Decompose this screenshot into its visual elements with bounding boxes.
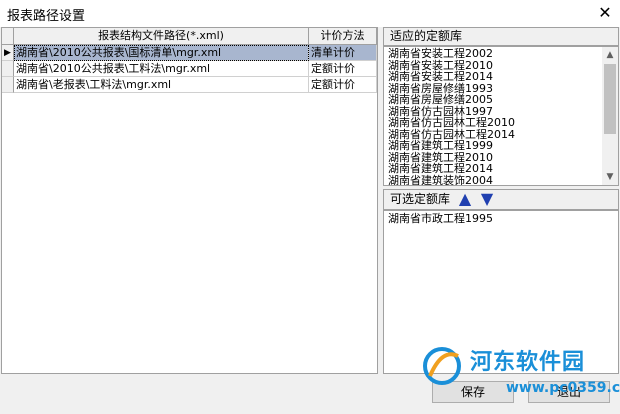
scrollbar-thumb[interactable] — [604, 64, 616, 134]
list-item[interactable]: 湖南省仿古园林工程2010 — [384, 117, 618, 129]
watermark-logo: 河东软件园 www.pc0359.cn — [420, 342, 620, 402]
list-item[interactable]: 湖南省房屋修缮2005 — [384, 94, 618, 106]
list-item[interactable]: 湖南省建筑工程1999 — [384, 140, 618, 152]
scroll-up-icon[interactable]: ▲ — [602, 47, 618, 63]
list-item[interactable]: 湖南省安装工程2002 — [384, 48, 618, 60]
list-item[interactable]: 湖南省建筑工程2014 — [384, 163, 618, 175]
list-item[interactable]: 湖南省建筑装饰2004 — [384, 174, 618, 185]
table-row[interactable]: 湖南省\2010公共报表\工料法\mgr.xml 定额计价 — [2, 61, 377, 77]
cell-path[interactable]: 湖南省\2010公共报表\国标清单\mgr.xml — [14, 45, 309, 61]
watermark-url: www.pc0359.cn — [506, 380, 620, 396]
move-up-arrow-icon[interactable]: ▲ — [456, 190, 474, 208]
grid-corner-header — [2, 28, 14, 45]
applicable-library-header: 适应的定额库 — [383, 27, 619, 46]
scroll-down-icon[interactable]: ▼ — [602, 169, 618, 185]
list-item[interactable]: 湖南省安装工程2014 — [384, 71, 618, 83]
table-row[interactable]: 湖南省\老报表\工料法\mgr.xml 定额计价 — [2, 77, 377, 93]
column-header-method[interactable]: 计价方法 — [309, 28, 377, 45]
optional-library-header: 可选定额库 — [383, 189, 619, 210]
cell-path[interactable]: 湖南省\2010公共报表\工料法\mgr.xml — [14, 61, 309, 77]
current-row-indicator-icon: ▶ — [2, 45, 14, 61]
cell-method[interactable]: 清单计价 — [309, 45, 377, 61]
column-header-path[interactable]: 报表结构文件路径(*.xml) — [14, 28, 309, 45]
row-indicator — [2, 61, 14, 77]
title-bar — [0, 0, 620, 27]
watermark-text: 河东软件园 — [470, 350, 586, 375]
cell-path[interactable]: 湖南省\老报表\工料法\mgr.xml — [14, 77, 309, 93]
move-down-arrow-icon[interactable]: ▼ — [478, 190, 496, 208]
list-item[interactable]: 湖南省市政工程1995 — [384, 213, 618, 225]
cell-method[interactable]: 定额计价 — [309, 77, 377, 93]
window-title: 报表路径设置 — [7, 9, 86, 24]
table-row[interactable]: ▶ 湖南省\2010公共报表\国标清单\mgr.xml 清单计价 — [2, 45, 377, 61]
cell-method[interactable]: 定额计价 — [309, 61, 377, 77]
row-indicator — [2, 77, 14, 93]
close-icon[interactable]: ✕ — [596, 3, 614, 23]
optional-library-label: 可选定额库 — [390, 192, 451, 206]
report-path-grid: 报表结构文件路径(*.xml) 计价方法 ▶ 湖南省\2010公共报表\国标清单… — [1, 27, 378, 374]
applicable-library-list[interactable]: 湖南省安装工程2002 湖南省安装工程2010 湖南省安装工程2014 湖南省房… — [383, 46, 619, 186]
vertical-scrollbar[interactable]: ▲ ▼ — [602, 47, 618, 185]
